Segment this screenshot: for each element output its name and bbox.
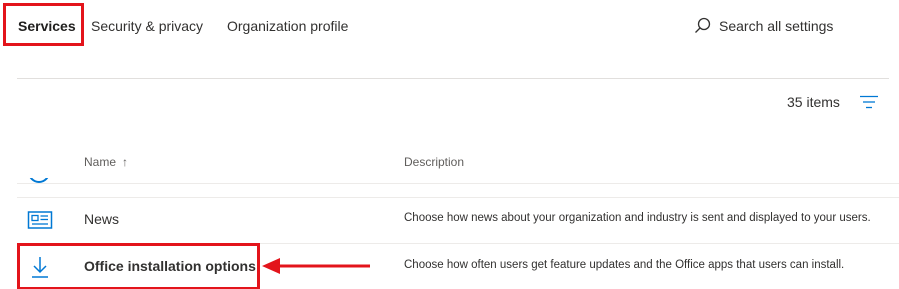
row-description: Choose how news about your organization …: [404, 212, 871, 224]
search-settings-button[interactable]: Search all settings: [694, 17, 833, 34]
office-row-highlight-box: [17, 243, 260, 289]
column-header-name[interactable]: Name ↑: [84, 155, 128, 169]
items-count: 35 items: [787, 94, 840, 110]
filter-icon[interactable]: [860, 95, 878, 109]
column-name-label: Name: [84, 155, 117, 169]
tab-organization-profile[interactable]: Organization profile: [227, 18, 348, 34]
table-row-news[interactable]: News Choose how news about your organiza…: [17, 197, 899, 242]
tab-security-privacy[interactable]: Security & privacy: [91, 18, 203, 34]
header-divider: [17, 78, 889, 79]
annotation-arrow-icon: [262, 258, 370, 274]
newspaper-icon: [27, 211, 53, 229]
search-label: Search all settings: [719, 17, 834, 34]
table-header-divider: [17, 183, 899, 184]
column-header-description: Description: [404, 155, 465, 169]
row-description: Choose how often users get feature updat…: [404, 259, 845, 271]
sort-ascending-icon: ↑: [122, 155, 129, 169]
services-tab-highlight-box: [3, 3, 84, 46]
row-name[interactable]: News: [84, 211, 119, 227]
search-icon: [695, 17, 711, 33]
